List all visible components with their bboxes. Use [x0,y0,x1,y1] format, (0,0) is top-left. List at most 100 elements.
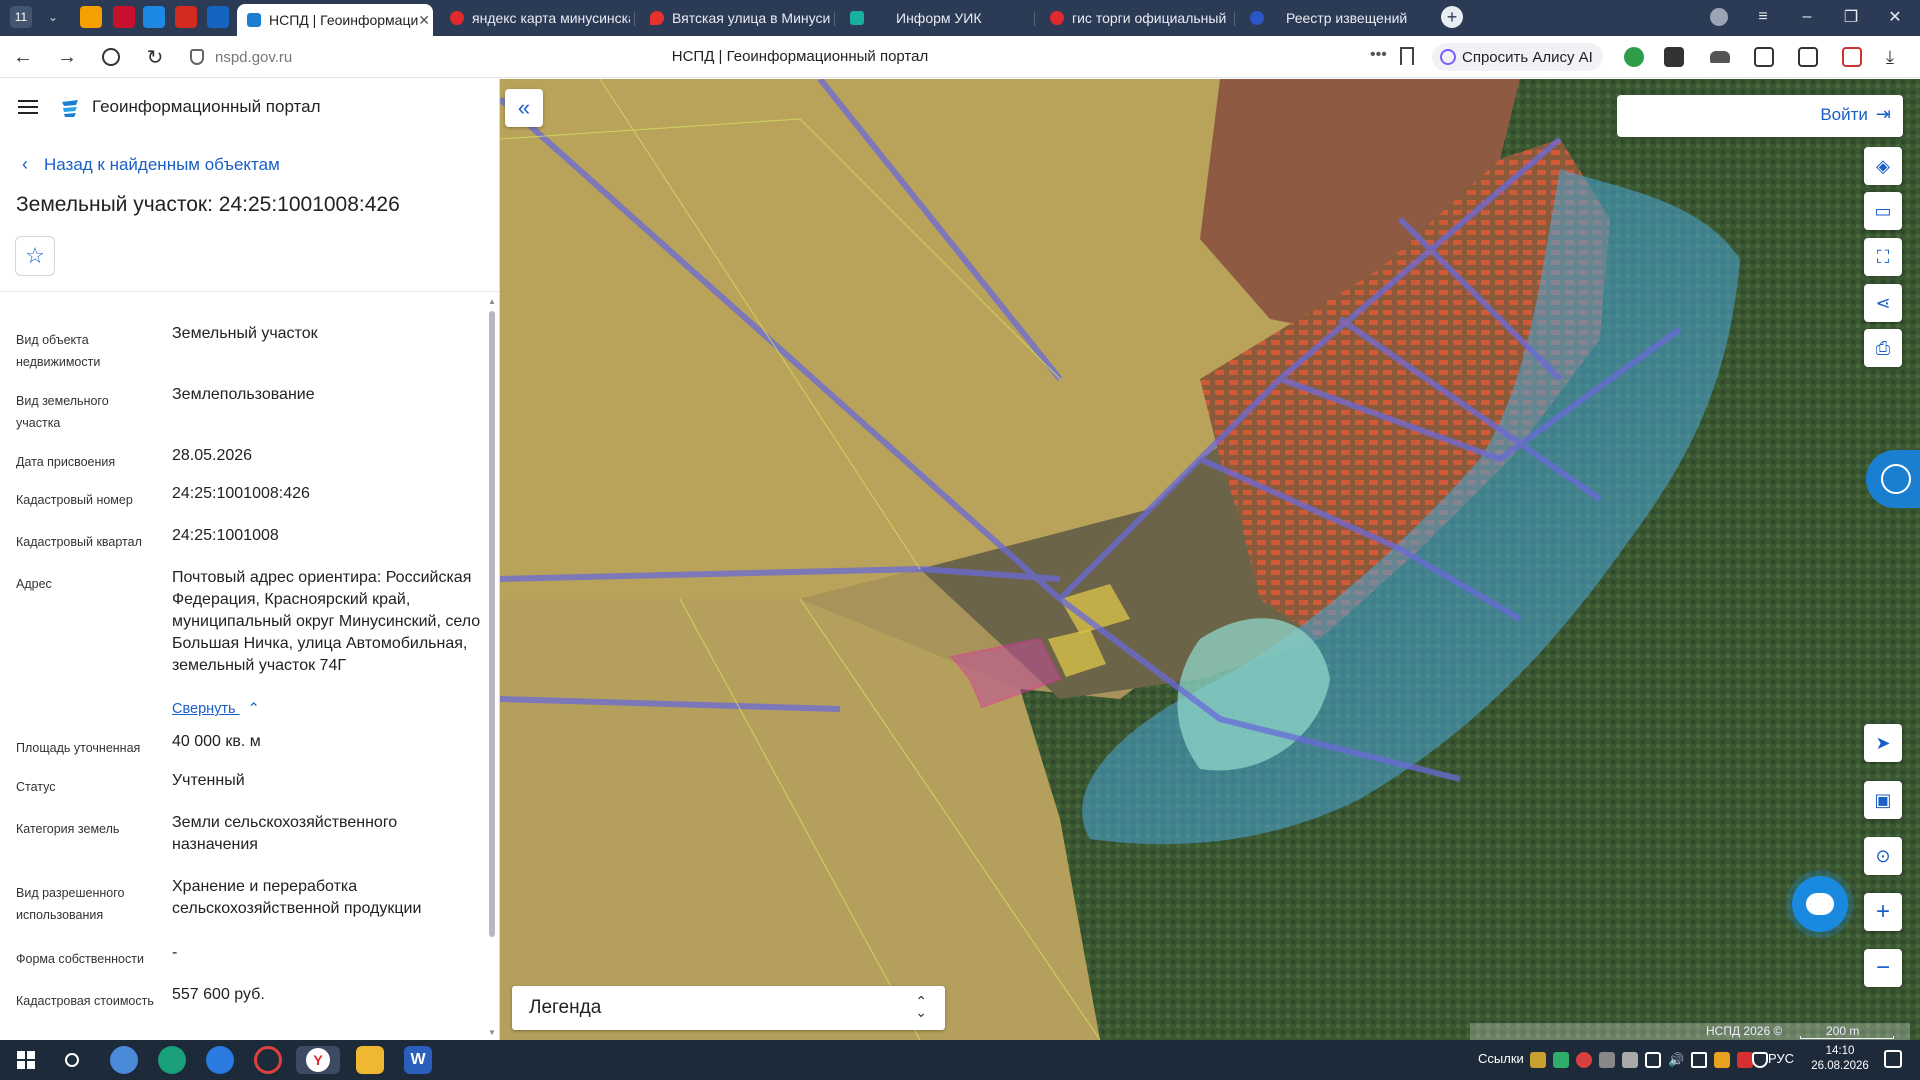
property-label: Статус [16,780,56,794]
layers-button[interactable]: ◈ [1864,147,1902,185]
file-explorer-icon[interactable] [356,1046,384,1074]
pinned-tab-icon[interactable] [143,6,165,28]
clock-time: 14:10 [1825,1045,1855,1057]
system-clock[interactable]: 14:10 26.08.2026 [1805,1044,1875,1074]
property-value: Землепользование [172,386,315,403]
taskbar-app-icon[interactable] [254,1046,282,1074]
property-value: 557 600 руб. [172,986,265,1003]
tab-vyatskaya-street[interactable]: Вятская улица в Минусин [640,4,830,32]
restore-button[interactable]: ❐ [1836,4,1866,30]
zoom-out-button[interactable]: − [1864,949,1902,987]
scrollbar-thumb[interactable] [489,311,495,937]
edge-icon[interactable] [158,1046,186,1074]
tray-app-icon[interactable] [1599,1052,1615,1068]
tray-app-icon[interactable] [1622,1052,1638,1068]
ruler-button[interactable]: ▭ [1864,192,1902,230]
assistant-button[interactable] [1866,450,1920,508]
pinned-tab-icon[interactable] [113,6,135,28]
windows-start-icon[interactable] [12,1046,40,1074]
login-icon: ⇥ [1875,104,1891,124]
property-label: Вид земельного участка [16,394,109,430]
properties-list: Вид объекта недвижимости Земельный участ… [0,301,485,1040]
legend-panel[interactable]: Легенда ⌃ ⌄ [512,986,945,1030]
more-icon[interactable]: ••• [1370,46,1387,64]
back-to-results-link[interactable]: ‹ Назад к найденным объектам [22,154,280,175]
print-icon: ⎙ [1875,337,1891,358]
chat-button[interactable] [1792,876,1848,932]
pdf-extension-icon[interactable] [1842,47,1862,67]
star-icon: ☆ [25,243,45,268]
property-value: 24:25:1001008:426 [172,485,310,502]
shield-icon[interactable] [1752,1052,1768,1068]
profile-avatar[interactable] [1710,8,1728,26]
tray-app-icon[interactable] [1530,1052,1546,1068]
menu-icon[interactable] [18,100,38,114]
input-language[interactable]: РУС [1768,1051,1794,1066]
satellite-map[interactable] [500,79,1920,1040]
tray-app-icon[interactable] [1737,1052,1753,1068]
property-value: Хранение и переработка сельскохозяйствен… [172,878,422,917]
login-button[interactable]: Войти ⇥ [1820,104,1891,125]
chevron-left-icon: ‹ [22,154,28,174]
pinned-tab-icon[interactable] [207,6,229,28]
tab-close-icon[interactable]: ✕ [418,12,430,29]
property-value: 28.05.2026 [172,447,253,464]
tray-app-icon[interactable] [1576,1052,1592,1068]
extensions-puzzle-icon[interactable] [1754,47,1774,67]
pinned-tab-icon[interactable] [175,6,197,28]
tab-registry[interactable]: Реестр извещений [1240,4,1430,32]
locate-button[interactable]: ⊙ [1864,837,1902,875]
tab-yandex-map[interactable]: яндекс карта минусинска [440,4,630,32]
network-icon[interactable] [1691,1052,1707,1068]
favorite-button[interactable]: ☆ [15,236,55,276]
notifications-icon[interactable] [1884,1050,1902,1068]
collapse-address-link[interactable]: Свернуть ⌃ [172,701,260,717]
object-info-panel: Геоинформационный портал ‹ Назад к найден… [0,79,500,1040]
expand-legend-icon[interactable]: ⌃ ⌄ [915,994,927,1019]
share-button[interactable]: ⋖ [1864,284,1902,322]
print-button[interactable]: ⎙ [1864,329,1902,367]
zoom-in-button[interactable]: + [1864,893,1902,931]
word-icon[interactable]: W [404,1046,432,1074]
yandex-browser-icon[interactable]: Y [296,1046,340,1074]
minimize-button[interactable]: – [1792,4,1822,30]
browser-menu-button[interactable]: ≡ [1748,4,1778,30]
extension-hat-icon[interactable] [1710,51,1730,63]
tray-app-icon[interactable] [1714,1052,1730,1068]
scale-bar [1800,1036,1894,1039]
tab-nspd[interactable]: НСПД | Геоинформаци ✕ [237,4,433,36]
volume-icon[interactable]: 🔊 [1668,1052,1684,1068]
extension-cross-icon[interactable] [1664,47,1684,67]
collections-icon[interactable] [1798,47,1818,67]
new-tab-button[interactable]: + [1441,6,1463,28]
login-label: Войти [1820,104,1868,124]
double-chevron-left-icon: « [517,95,531,120]
select-area-button[interactable]: ⛶ [1864,238,1902,276]
ask-alice-button[interactable]: Спросить Алису AI [1432,43,1603,71]
select-area-icon: ⛶ [1876,246,1890,267]
bookmark-icon[interactable] [1400,47,1414,65]
search-icon[interactable] [58,1046,86,1074]
pinned-tab-icon[interactable] [80,6,102,28]
tab-counter-icon[interactable]: 11 [10,6,32,28]
tray-app-icon[interactable] [1553,1052,1569,1068]
panel-scrollbar[interactable]: ▲ ▼ [488,297,496,1037]
taskbar-app-icon[interactable] [110,1046,138,1074]
close-window-button[interactable]: ✕ [1880,4,1910,30]
property-value: Земельный участок [172,325,318,342]
property-label: Кадастровая стоимость [16,994,154,1008]
collapse-panel-button[interactable]: « [505,89,543,127]
usb-icon[interactable] [1645,1052,1661,1068]
tabs-dropdown-icon[interactable]: ⌄ [42,6,64,28]
navigate-button[interactable]: ➤ [1864,724,1902,762]
tab-inform-uik[interactable]: Информ УИК [840,4,1030,32]
page-title-display: НСПД | Геоинформационный портал [671,48,929,65]
tab-gis-torgi[interactable]: гис торги официальный с [1040,4,1230,32]
tray-links-label[interactable]: Ссылки [1478,1051,1524,1066]
downloads-icon[interactable]: ⤓ [1886,47,1906,67]
extension-shield-icon[interactable] [1624,47,1644,67]
map-view[interactable]: « Войти ⇥ ◈ ▭ ⛶ ⋖ ⎙ ➤ ▣ ⊙ + − Легенда ⌃ ⌄ … [500,79,1920,1040]
taskbar-app-icon[interactable] [206,1046,234,1074]
minimap-button[interactable]: ▣ [1864,781,1902,819]
address-bar: ← → ↻ nspd.gov.ru НСПД | Геоинформационн… [0,36,1920,78]
